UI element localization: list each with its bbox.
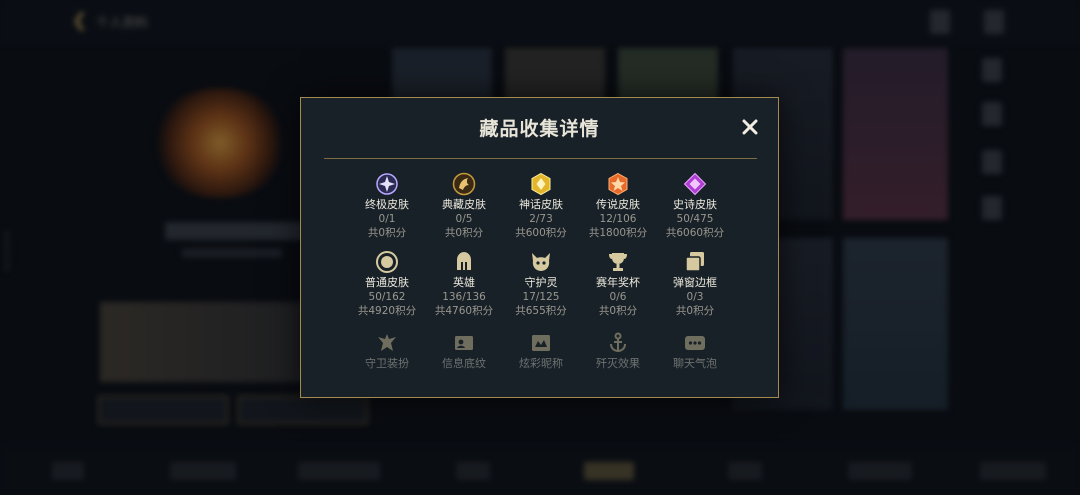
normal-skin-icon <box>375 250 399 274</box>
frame-icon <box>683 250 707 274</box>
category-points: 共6060积分 <box>665 227 725 239</box>
category-count: 50/475 <box>676 213 714 225</box>
category-name: 守护灵 <box>524 276 558 289</box>
category-name: 炫彩昵称 <box>519 357 563 370</box>
category-count: 0/6 <box>609 291 627 303</box>
category-kill-effect[interactable]: 歼灭效果 <box>579 331 657 371</box>
category-name: 神话皮肤 <box>519 198 563 211</box>
chat-bubble-icon <box>683 331 707 355</box>
title-divider <box>324 158 757 159</box>
nickname-icon <box>529 331 553 355</box>
category-points: 共0积分 <box>675 305 715 317</box>
category-trophy[interactable]: 赛年奖杯 0/6 共0积分 <box>579 250 657 318</box>
category-popup-frame[interactable]: 弹窗边框 0/3 共0积分 <box>656 250 734 318</box>
category-count: 12/106 <box>599 213 637 225</box>
category-legendary-skin[interactable]: 传说皮肤 12/106 共1800积分 <box>579 172 657 240</box>
category-points: 共655积分 <box>515 305 567 317</box>
dialog-title: 藏品收集详情 <box>479 118 600 140</box>
category-points: 共4920积分 <box>357 305 417 317</box>
kill-effect-icon <box>606 331 630 355</box>
category-name: 聊天气泡 <box>673 357 717 370</box>
category-name: 守卫装扮 <box>365 357 409 370</box>
category-guard-outfit[interactable]: 守卫装扮 <box>348 331 426 371</box>
category-name: 信息底纹 <box>442 357 486 370</box>
info-background-icon <box>452 331 476 355</box>
category-points: 共0积分 <box>367 227 407 239</box>
category-count: 136/136 <box>442 291 486 303</box>
category-chat-bubble[interactable]: 聊天气泡 <box>656 331 734 371</box>
category-epic-skin[interactable]: 史诗皮肤 50/475 共6060积分 <box>656 172 734 240</box>
champion-helmet-icon <box>452 250 476 274</box>
category-count: 50/162 <box>368 291 406 303</box>
category-normal-skin[interactable]: 普通皮肤 50/162 共4920积分 <box>348 250 426 318</box>
category-points: 共600积分 <box>515 227 567 239</box>
trophy-icon <box>606 250 630 274</box>
category-count: 0/1 <box>378 213 396 225</box>
category-name: 英雄 <box>453 276 475 289</box>
hidden-skin-icon <box>452 172 476 196</box>
category-name: 普通皮肤 <box>365 276 409 289</box>
category-count: 0/5 <box>455 213 473 225</box>
close-button[interactable] <box>738 115 762 139</box>
category-name: 弹窗边框 <box>673 276 717 289</box>
mythic-skin-icon <box>529 172 553 196</box>
category-points: 共0积分 <box>444 227 484 239</box>
category-count: 2/73 <box>529 213 553 225</box>
category-count: 17/125 <box>522 291 560 303</box>
category-guardian[interactable]: 守护灵 17/125 共655积分 <box>502 250 580 318</box>
close-icon <box>742 119 758 135</box>
category-nickname[interactable]: 炫彩昵称 <box>502 331 580 371</box>
category-count: 0/3 <box>686 291 704 303</box>
category-name: 典藏皮肤 <box>442 198 486 211</box>
category-points: 共1800积分 <box>588 227 648 239</box>
category-points: 共4760积分 <box>434 305 494 317</box>
category-ultimate-skin[interactable]: 终极皮肤 0/1 共0积分 <box>348 172 426 240</box>
category-points: 共0积分 <box>598 305 638 317</box>
category-mythic-skin[interactable]: 神话皮肤 2/73 共600积分 <box>502 172 580 240</box>
category-name: 终极皮肤 <box>365 198 409 211</box>
category-name: 传说皮肤 <box>596 198 640 211</box>
guardian-icon <box>529 250 553 274</box>
guard-outfit-icon <box>375 331 399 355</box>
ultimate-skin-icon <box>375 172 399 196</box>
category-name: 赛年奖杯 <box>596 276 640 289</box>
category-champion[interactable]: 英雄 136/136 共4760积分 <box>425 250 503 318</box>
category-hidden-skin[interactable]: 典藏皮肤 0/5 共0积分 <box>425 172 503 240</box>
category-name: 歼灭效果 <box>596 357 640 370</box>
legendary-skin-icon <box>606 172 630 196</box>
collection-details-dialog: 藏品收集详情 终极皮肤 0/1 共0积分 典藏皮肤 0/5 共0积分 神话皮肤 … <box>300 97 779 398</box>
epic-skin-icon <box>683 172 707 196</box>
category-info-background[interactable]: 信息底纹 <box>425 331 503 371</box>
category-name: 史诗皮肤 <box>673 198 717 211</box>
